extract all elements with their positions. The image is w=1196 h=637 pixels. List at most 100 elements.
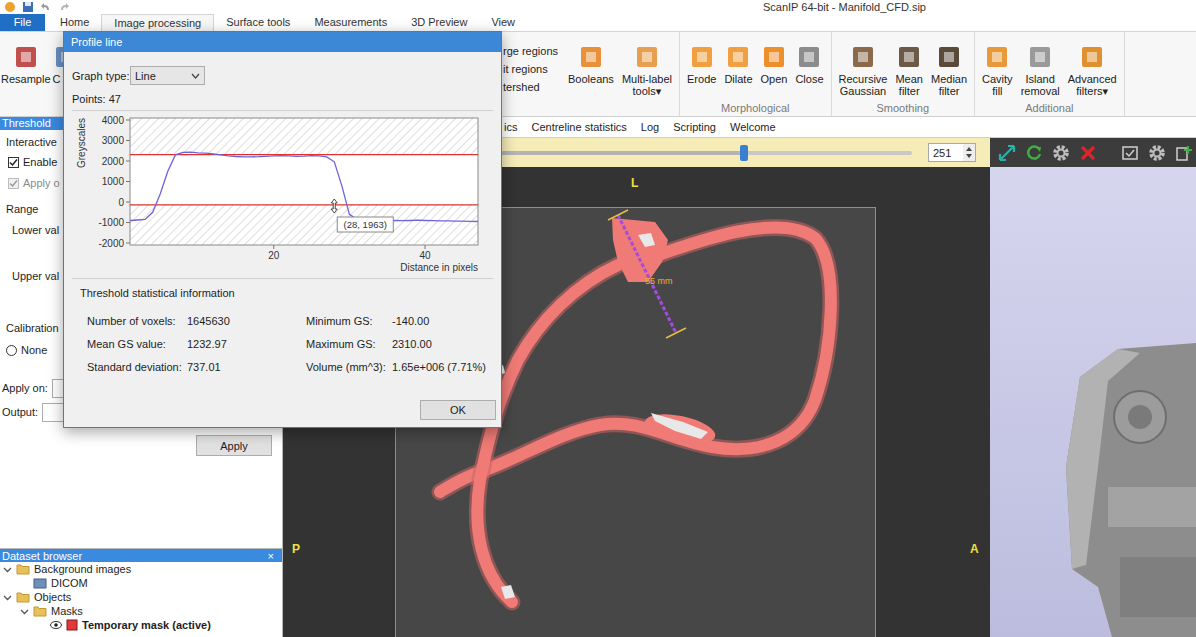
radio-button[interactable] bbox=[6, 345, 17, 356]
view-tab[interactable]: Scripting bbox=[666, 120, 723, 134]
expanded-arrow-icon[interactable] bbox=[20, 607, 29, 616]
x-tick-label: 40 bbox=[419, 250, 431, 261]
ribbon-button[interactable]: Meanfilter bbox=[891, 32, 927, 102]
ribbon-small-buttons: rge regions it regions tershed bbox=[503, 32, 561, 116]
radio-label: None bbox=[21, 344, 47, 356]
view-options-icon[interactable] bbox=[1121, 144, 1139, 162]
ribbon-button[interactable]: Multi-labeltools▾ bbox=[618, 32, 676, 102]
close-icon[interactable] bbox=[1079, 144, 1097, 162]
ribbon-button[interactable]: Open bbox=[757, 32, 792, 102]
ribbon-button[interactable]: Resample bbox=[0, 32, 52, 116]
graph-type-label: Graph type: bbox=[72, 70, 130, 82]
tool-icon bbox=[689, 44, 715, 70]
y-tick-label: 4000 bbox=[102, 115, 125, 126]
graph-type-dropdown[interactable]: Line bbox=[130, 66, 205, 85]
tree-item-label: Objects bbox=[34, 591, 71, 603]
tree-item[interactable]: Background images bbox=[0, 562, 282, 576]
threshold-line[interactable] bbox=[130, 154, 478, 155]
threshold-line[interactable] bbox=[130, 204, 478, 205]
close-button[interactable]: × bbox=[268, 550, 274, 562]
dataset-browser-title: Dataset browser bbox=[2, 550, 82, 562]
ribbon-button[interactable]: Cavityfill bbox=[978, 32, 1017, 102]
ok-button[interactable]: OK bbox=[420, 400, 496, 420]
dataset-browser-header: Dataset browser × bbox=[0, 549, 282, 562]
ribbon-small-button[interactable]: rge regions bbox=[503, 45, 561, 57]
label-line: Mean bbox=[895, 73, 923, 85]
gear-icon[interactable] bbox=[1148, 144, 1166, 162]
label-line: removal bbox=[1021, 85, 1060, 97]
ribbon-tab[interactable]: Surface tools bbox=[214, 14, 302, 31]
stat-label: Maximum GS: bbox=[306, 338, 392, 350]
stats-title: Threshold statistical information bbox=[64, 287, 501, 300]
ribbon-tab[interactable]: 3D Preview bbox=[399, 14, 479, 31]
y-tick-label: 3000 bbox=[102, 135, 125, 146]
slice-number-field[interactable]: 251 bbox=[928, 143, 976, 162]
ribbon-tab[interactable]: Home bbox=[48, 14, 101, 31]
ribbon-button[interactable]: Dilate bbox=[720, 32, 756, 102]
stat-value: 1232.97 bbox=[187, 338, 306, 350]
ribbon-tab[interactable]: View bbox=[479, 14, 527, 31]
slice-slider-handle[interactable] bbox=[740, 145, 748, 161]
folder-icon bbox=[33, 605, 47, 617]
label-line: Gaussian bbox=[840, 85, 886, 97]
ribbon-group-buttons: ErodeDilateOpenClose bbox=[683, 32, 828, 102]
checkbox bbox=[8, 178, 19, 189]
measurement-line[interactable] bbox=[618, 215, 676, 333]
ribbon-button[interactable]: Islandremoval bbox=[1017, 32, 1064, 102]
ribbon-tab[interactable]: Measurements bbox=[302, 14, 399, 31]
ribbon-button-label: Close bbox=[795, 73, 823, 85]
tool-icon bbox=[1079, 44, 1105, 70]
y-tick-label: -2000 bbox=[98, 238, 124, 249]
tree-item[interactable]: DICOM bbox=[0, 576, 282, 590]
ribbon-small-button[interactable]: it regions bbox=[503, 63, 561, 75]
eye-icon[interactable] bbox=[50, 619, 62, 631]
refresh-icon[interactable] bbox=[1025, 144, 1043, 162]
ribbon-tab[interactable]: Image processing bbox=[101, 14, 214, 31]
view-tab[interactable]: Log bbox=[634, 120, 666, 134]
y-tick-label: -1000 bbox=[98, 217, 124, 228]
tree-item[interactable]: Objects bbox=[0, 590, 282, 604]
tool-icon bbox=[13, 44, 39, 70]
tree-item[interactable]: Temporary mask (active) bbox=[0, 618, 282, 632]
ribbon-button[interactable]: Medianfilter bbox=[927, 32, 971, 102]
x-tick-label: 20 bbox=[268, 250, 280, 261]
excluded-range-above bbox=[130, 118, 478, 155]
label-line: filters bbox=[1076, 85, 1102, 97]
dropdown-arrow: ▾ bbox=[656, 85, 662, 97]
tool-icon bbox=[761, 44, 787, 70]
view-tab[interactable]: Centreline statistics bbox=[524, 120, 633, 134]
tree-item[interactable]: Masks bbox=[0, 604, 282, 618]
label-line: fill bbox=[992, 85, 1002, 97]
checkbox-control[interactable]: Enable bbox=[8, 156, 57, 168]
view-tab[interactable]: Welcome bbox=[723, 120, 783, 134]
ribbon-button[interactable]: Advancedfilters▾ bbox=[1064, 32, 1121, 102]
ribbon-button[interactable]: Close bbox=[791, 32, 827, 102]
measurement-end-cap bbox=[608, 210, 628, 220]
ribbon-button[interactable]: Erode bbox=[683, 32, 720, 102]
ribbon-group: CavityfillIslandremovalAdvancedfilters▾A… bbox=[975, 32, 1125, 116]
checkbox[interactable] bbox=[8, 157, 19, 168]
chevron-down-icon bbox=[191, 73, 200, 79]
expanded-arrow-icon[interactable] bbox=[3, 593, 12, 602]
ribbon-group-buttons: RecursiveGaussianMeanfilterMedianfilter bbox=[835, 32, 972, 102]
dialog-title-bar: Profile line bbox=[64, 32, 501, 52]
add-view-icon[interactable] bbox=[1175, 144, 1193, 162]
y-tick-label: 0 bbox=[118, 197, 124, 208]
3d-view[interactable] bbox=[990, 167, 1196, 637]
ribbon-small-button[interactable]: tershed bbox=[503, 81, 561, 93]
gear-icon[interactable] bbox=[1052, 144, 1070, 162]
label-line: filter bbox=[939, 85, 960, 97]
points-count: Points: 47 bbox=[72, 92, 121, 106]
ribbon-button-label: Cavityfill bbox=[982, 73, 1013, 97]
apply-button[interactable]: Apply bbox=[196, 435, 272, 456]
y-axis-title: Greyscales bbox=[76, 118, 87, 168]
save-icon bbox=[22, 1, 34, 13]
ribbon-button[interactable]: RecursiveGaussian bbox=[835, 32, 892, 102]
fit-view-icon[interactable] bbox=[998, 144, 1016, 162]
tool-icon bbox=[984, 44, 1010, 70]
expanded-arrow-icon[interactable] bbox=[3, 565, 12, 574]
ribbon-tab[interactable]: File bbox=[0, 14, 45, 31]
ribbon-button[interactable]: C bbox=[52, 32, 64, 116]
unmasked-spot bbox=[638, 233, 655, 247]
ribbon-button[interactable]: Booleans bbox=[564, 32, 618, 102]
